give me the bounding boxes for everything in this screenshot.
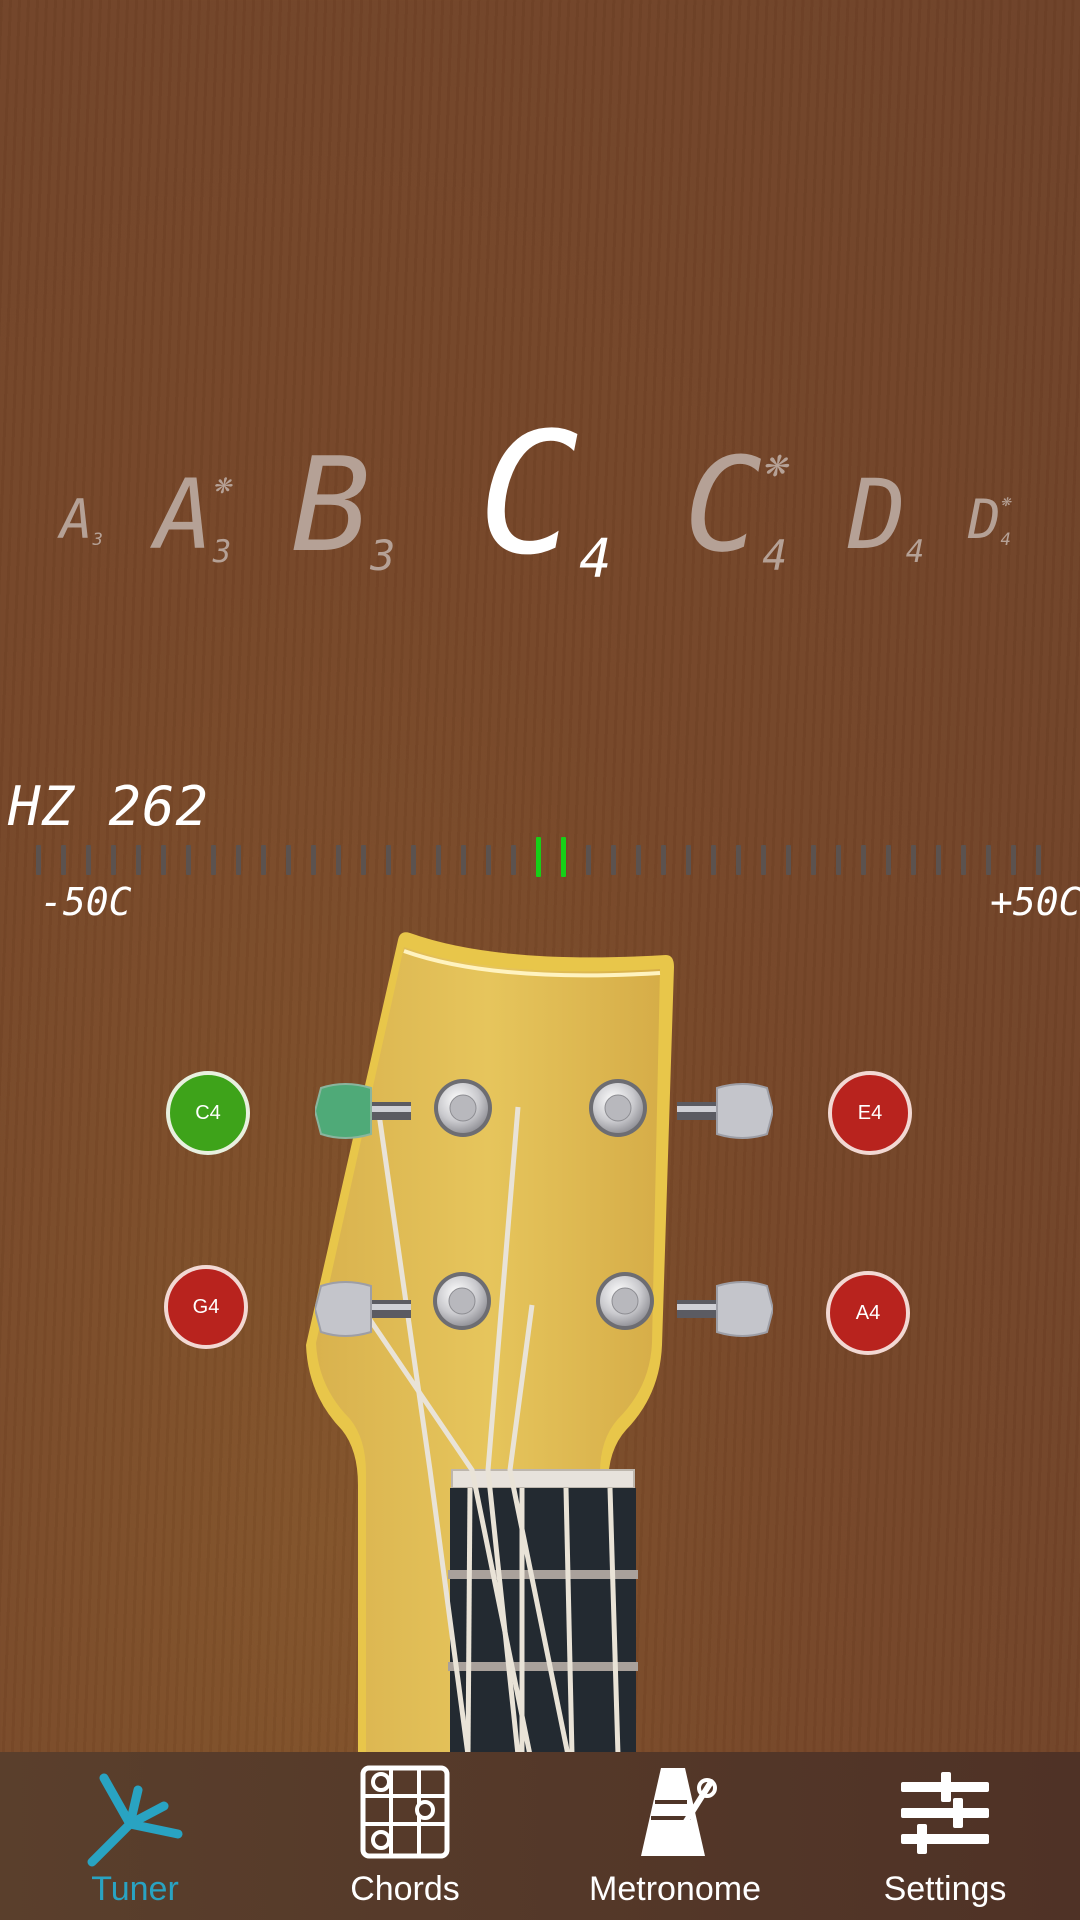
nav-metronome[interactable]: Metronome [540, 1752, 810, 1920]
cents-min-label: -50C [40, 880, 132, 924]
nav-chords[interactable]: Chords [270, 1752, 540, 1920]
note-d-sharp-4: D ❋ 4 [968, 488, 1011, 551]
meter-tick [861, 845, 866, 875]
meter-tick [361, 845, 366, 875]
meter-tick [611, 845, 616, 875]
bottom-nav: Tuner Chords Metronome Settings [0, 1752, 1080, 1920]
meter-tick [486, 845, 491, 875]
meter-tick [311, 845, 316, 875]
meter-tick [86, 845, 91, 875]
meter-tick [61, 845, 66, 875]
cents-max-label: +50C [990, 880, 1080, 924]
nav-settings-label: Settings [883, 1870, 1007, 1908]
meter-tick [686, 845, 691, 875]
meter-tick [811, 845, 816, 875]
ukulele-headstock [306, 932, 674, 1755]
meter-tick [436, 845, 441, 875]
note-a3: A3 [60, 488, 103, 551]
meter-tick [761, 845, 766, 875]
meter-tick [1011, 845, 1016, 875]
sliders-icon [901, 1772, 989, 1854]
string-button-e4[interactable]: E4 [828, 1071, 912, 1155]
meter-tick [286, 845, 291, 875]
metronome-icon [641, 1768, 717, 1856]
tuning-key-c4[interactable] [315, 1080, 415, 1142]
frequency-readout: HZ 262 [8, 775, 210, 838]
note-b3: B3 [292, 429, 396, 581]
meter-tick-active [536, 837, 541, 877]
meter-tick [336, 845, 341, 875]
meter-tick [511, 845, 516, 875]
meter-tick [936, 845, 941, 875]
note-c-sharp-4: C ❋ 4 [684, 429, 788, 581]
nav-tuner-label: Tuner [91, 1870, 179, 1908]
nav-settings[interactable]: Settings [810, 1752, 1080, 1920]
meter-tick [411, 845, 416, 875]
string-button-a4[interactable]: A4 [826, 1271, 910, 1355]
meter-tick [461, 845, 466, 875]
meter-tick [386, 845, 391, 875]
tuning-key-a4[interactable] [673, 1278, 773, 1340]
meter-tick [36, 845, 41, 875]
meter-tick [261, 845, 266, 875]
meter-tick [961, 845, 966, 875]
note-d4: D4 [848, 459, 925, 571]
tuning-fork-icon [87, 1773, 183, 1867]
tuning-key-e4[interactable] [673, 1080, 773, 1142]
meter-tick [911, 845, 916, 875]
meter-tick [161, 845, 166, 875]
meter-tick [211, 845, 216, 875]
string-button-c4[interactable]: C4 [166, 1071, 250, 1155]
meter-tick [786, 845, 791, 875]
meter-tick [886, 845, 891, 875]
meter-tick [836, 845, 841, 875]
meter-tick [661, 845, 666, 875]
meter-tick [236, 845, 241, 875]
meter-tick [136, 845, 141, 875]
nav-tuner[interactable]: Tuner [0, 1752, 270, 1920]
meter-tick [111, 845, 116, 875]
note-c4-current: C4 [478, 396, 612, 592]
nav-metronome-label: Metronome [589, 1870, 761, 1908]
note-a-sharp-3: A ❋ 3 [155, 459, 232, 571]
meter-tick-active [561, 837, 566, 877]
nav-chords-label: Chords [350, 1870, 460, 1908]
meter-tick [586, 845, 591, 875]
chord-grid-icon [360, 1765, 450, 1859]
meter-tick [711, 845, 716, 875]
meter-tick [736, 845, 741, 875]
tuning-key-g4[interactable] [315, 1278, 415, 1340]
cents-meter [36, 837, 1046, 877]
string-button-g4[interactable]: G4 [164, 1265, 248, 1349]
meter-tick [186, 845, 191, 875]
meter-tick [1036, 845, 1041, 875]
meter-tick [986, 845, 991, 875]
meter-tick [636, 845, 641, 875]
